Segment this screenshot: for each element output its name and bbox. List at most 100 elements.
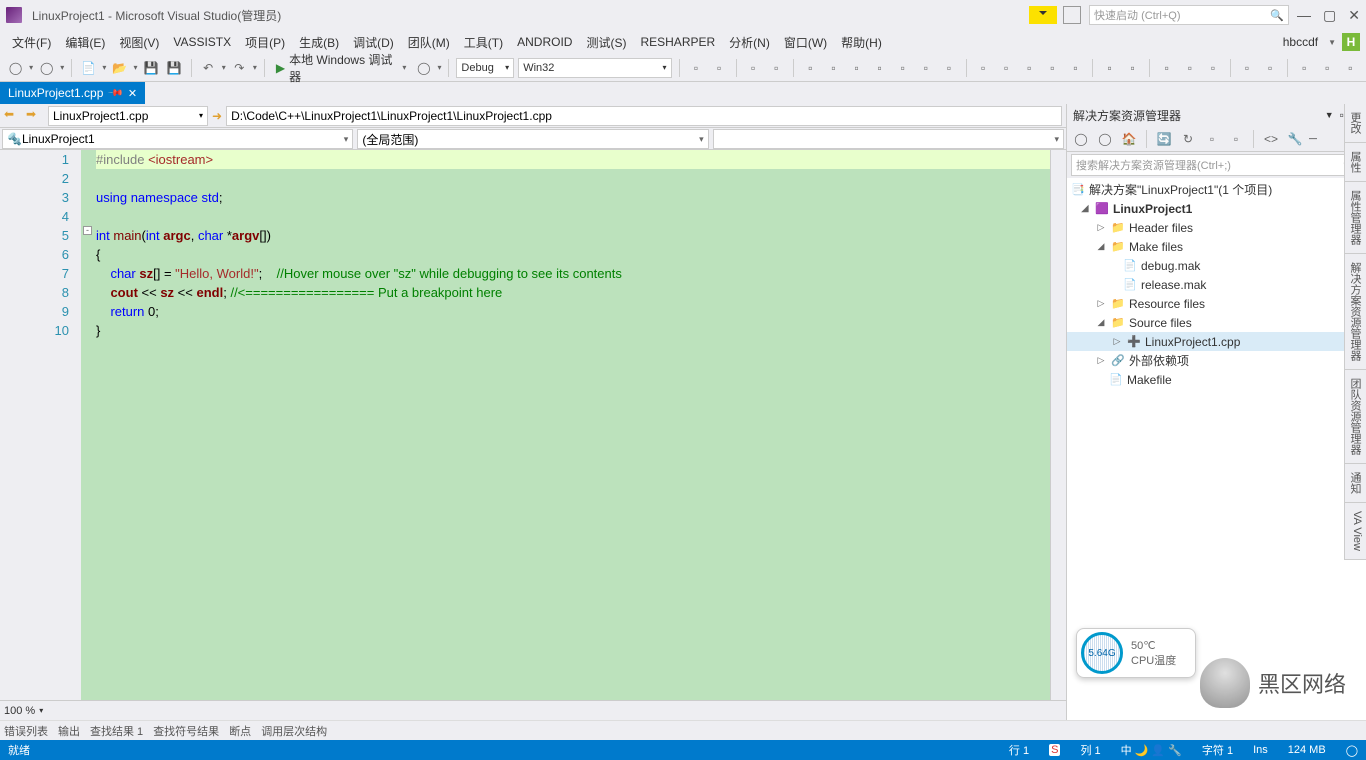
- save-icon[interactable]: 💾: [141, 58, 160, 78]
- tb-icon-c[interactable]: ▫: [744, 58, 763, 78]
- user-avatar[interactable]: H: [1342, 33, 1360, 51]
- tb-icon-o[interactable]: ▫: [1043, 58, 1062, 78]
- tb-icon-l[interactable]: ▫: [974, 58, 993, 78]
- tb-icon-z[interactable]: ▫: [1341, 58, 1360, 78]
- feedback-icon[interactable]: [1063, 6, 1081, 24]
- save-all-icon[interactable]: 💾: [165, 58, 184, 78]
- open-file-icon[interactable]: 📂: [110, 58, 129, 78]
- tb-icon-e[interactable]: ▫: [801, 58, 820, 78]
- tb-icon-r[interactable]: ▫: [1123, 58, 1142, 78]
- tree-make-files[interactable]: ◢📁Make files: [1067, 237, 1366, 256]
- nav-back-icon[interactable]: ◯: [6, 58, 25, 78]
- tb-icon-p[interactable]: ▫: [1066, 58, 1085, 78]
- tab-find1[interactable]: 查找结果 1: [90, 723, 143, 739]
- menu-vassistx[interactable]: VASSISTX: [167, 33, 237, 51]
- side-tab-team[interactable]: 团队资源管理器: [1345, 370, 1366, 464]
- pin-icon[interactable]: 📌: [107, 85, 124, 102]
- se-showall-icon[interactable]: ▫: [1226, 129, 1246, 149]
- se-sync-icon[interactable]: ↻: [1178, 129, 1198, 149]
- tb-icon-i[interactable]: ▫: [893, 58, 912, 78]
- tab-callhier[interactable]: 调用层次结构: [261, 723, 327, 739]
- se-back-icon[interactable]: ◯: [1071, 129, 1091, 149]
- tb-icon-w[interactable]: ▫: [1261, 58, 1280, 78]
- nav-goto-icon[interactable]: ➜: [212, 109, 222, 123]
- se-code-icon[interactable]: <>: [1261, 129, 1281, 149]
- code-content[interactable]: #include <iostream> using namespace std;…: [94, 150, 1066, 700]
- tree-header-files[interactable]: ▷📁Header files: [1067, 218, 1366, 237]
- config-combo[interactable]: Debug▾: [456, 58, 514, 78]
- tb-icon-g[interactable]: ▫: [847, 58, 866, 78]
- fold-column[interactable]: -: [82, 150, 94, 700]
- platform-combo[interactable]: Win32▾: [518, 58, 671, 78]
- menu-team[interactable]: 团队(M): [402, 32, 456, 53]
- tb-icon-j[interactable]: ▫: [916, 58, 935, 78]
- start-debug-button[interactable]: ▶ 本地 Windows 调试器▾: [272, 51, 411, 85]
- se-fwd-icon[interactable]: ◯: [1095, 129, 1115, 149]
- file-tab-active[interactable]: LinuxProject1.cpp 📌 ✕: [0, 82, 145, 104]
- side-tab-props[interactable]: 属性: [1345, 143, 1366, 182]
- menu-edit[interactable]: 编辑(E): [59, 32, 111, 53]
- tb-icon-t[interactable]: ▫: [1180, 58, 1199, 78]
- menu-view[interactable]: 视图(V): [113, 32, 165, 53]
- redo-icon[interactable]: ↷: [230, 58, 249, 78]
- fold-box-icon[interactable]: -: [83, 226, 92, 235]
- vertical-scrollbar[interactable]: [1050, 150, 1066, 700]
- se-props-icon[interactable]: 🔧: [1285, 129, 1305, 149]
- tb-icon-n[interactable]: ▫: [1020, 58, 1039, 78]
- side-tab-notify[interactable]: 通知: [1345, 464, 1366, 503]
- menu-analyze[interactable]: 分析(N): [723, 32, 776, 53]
- tree-source-files[interactable]: ◢📁Source files: [1067, 313, 1366, 332]
- side-tab-vaview[interactable]: VA View: [1345, 503, 1366, 560]
- tab-output[interactable]: 输出: [58, 723, 80, 739]
- nav-next-icon[interactable]: ➡: [26, 107, 44, 125]
- menu-build[interactable]: 生成(B): [293, 32, 345, 53]
- tree-solution[interactable]: 📑解决方案"LinuxProject1"(1 个项目): [1067, 180, 1366, 199]
- status-gc-icon[interactable]: ◯: [1346, 744, 1358, 757]
- notification-flag-icon[interactable]: [1029, 6, 1057, 24]
- tb-icon-x[interactable]: ▫: [1295, 58, 1314, 78]
- tb-icon-y[interactable]: ▫: [1318, 58, 1337, 78]
- tb-icon-s[interactable]: ▫: [1157, 58, 1176, 78]
- new-project-icon[interactable]: 📄: [79, 58, 98, 78]
- tb-icon-m[interactable]: ▫: [997, 58, 1016, 78]
- tree-ext-deps[interactable]: ▷🔗外部依赖项: [1067, 351, 1366, 370]
- menu-resharper[interactable]: RESHARPER: [634, 33, 721, 51]
- tree-source-cpp[interactable]: ▷➕LinuxProject1.cpp: [1067, 332, 1366, 351]
- scope-global-combo[interactable]: (全局范围)▾: [357, 129, 708, 149]
- menu-test[interactable]: 测试(S): [580, 32, 632, 53]
- se-collapse-icon[interactable]: ▫: [1202, 129, 1222, 149]
- menu-window[interactable]: 窗口(W): [778, 32, 833, 53]
- solution-search-input[interactable]: 搜索解决方案资源管理器(Ctrl+;)🔍: [1071, 154, 1362, 176]
- code-editor[interactable]: 12345678910 - #include <iostream> using …: [0, 150, 1066, 700]
- tb-icon-a[interactable]: ▫: [686, 58, 705, 78]
- menu-file[interactable]: 文件(F): [6, 32, 57, 53]
- menu-android[interactable]: ANDROID: [511, 33, 578, 51]
- tree-makefile[interactable]: 📄Makefile: [1067, 370, 1366, 389]
- tb-icon-f[interactable]: ▫: [824, 58, 843, 78]
- tb-icon-k[interactable]: ▫: [939, 58, 958, 78]
- tree-release-mak[interactable]: 📄release.mak: [1067, 275, 1366, 294]
- ime-icon[interactable]: S: [1049, 744, 1060, 756]
- nav-file-combo[interactable]: LinuxProject1.cpp▾: [48, 106, 208, 126]
- close-tab-icon[interactable]: ✕: [128, 87, 137, 100]
- close-button[interactable]: ✕: [1348, 7, 1360, 24]
- scope-project-combo[interactable]: 🔩 LinuxProject1▾: [2, 129, 353, 149]
- side-tab-prop-mgr[interactable]: 属性管理器: [1345, 182, 1366, 254]
- tree-debug-mak[interactable]: 📄debug.mak: [1067, 256, 1366, 275]
- undo-icon[interactable]: ↶: [199, 58, 218, 78]
- tb-icon-v[interactable]: ▫: [1237, 58, 1256, 78]
- tree-resource-files[interactable]: ▷📁Resource files: [1067, 294, 1366, 313]
- menu-debug[interactable]: 调试(D): [347, 32, 400, 53]
- tb-icon-d[interactable]: ▫: [767, 58, 786, 78]
- menu-project[interactable]: 项目(P): [239, 32, 291, 53]
- se-home-icon[interactable]: 🏠: [1119, 129, 1139, 149]
- se-refresh-icon[interactable]: 🔄: [1154, 129, 1174, 149]
- menu-tools[interactable]: 工具(T): [458, 32, 509, 53]
- quick-launch-input[interactable]: 快速启动 (Ctrl+Q)🔍: [1089, 5, 1289, 25]
- side-tab-solution[interactable]: 解决方案资源管理器: [1345, 254, 1366, 370]
- tb-icon-q[interactable]: ▫: [1100, 58, 1119, 78]
- tb-icon-b[interactable]: ▫: [710, 58, 729, 78]
- tab-breakpoints[interactable]: 断点: [229, 723, 251, 739]
- nav-prev-icon[interactable]: ⬅: [4, 107, 22, 125]
- nav-fwd-icon[interactable]: ◯: [37, 58, 56, 78]
